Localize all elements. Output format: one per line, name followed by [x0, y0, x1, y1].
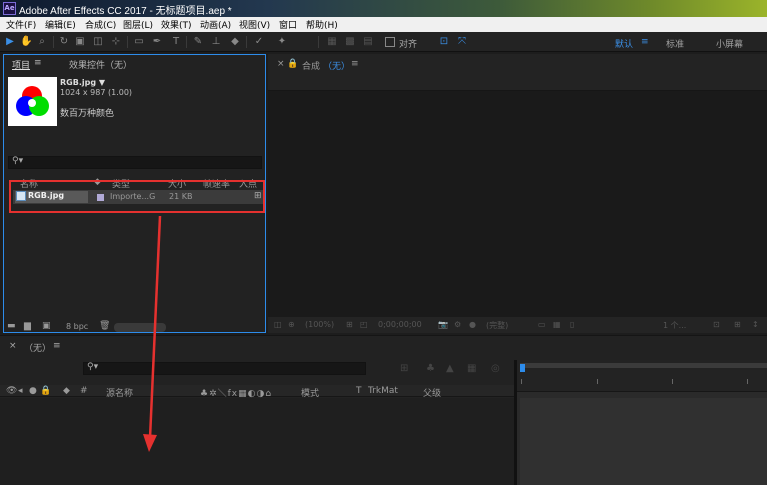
annotation-arrow	[143, 215, 162, 452]
